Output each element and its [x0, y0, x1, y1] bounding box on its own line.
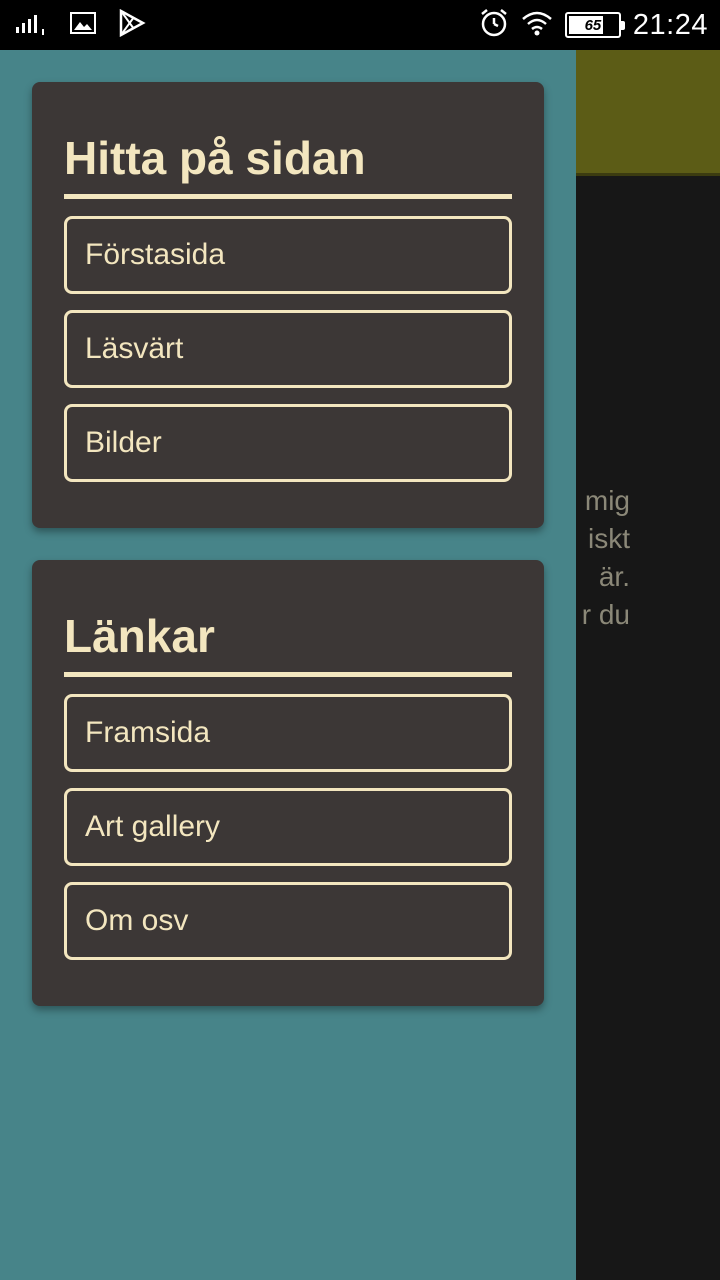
image-icon	[70, 11, 96, 40]
links-card: Länkar Framsida Art gallery Om osv	[32, 560, 544, 1006]
nav-button-lasvart[interactable]: Läsvärt	[64, 310, 512, 388]
clock: 21:24	[632, 8, 708, 41]
status-bar: 65 21:24	[0, 0, 720, 50]
battery-icon: 65	[564, 12, 625, 38]
alarm-icon	[479, 8, 509, 43]
signal-icon	[16, 11, 48, 40]
nav-button-forstasida[interactable]: Förstasida	[64, 216, 512, 294]
section-divider	[64, 672, 512, 677]
nav-button-art-gallery[interactable]: Art gallery	[64, 788, 512, 866]
section-title: Länkar	[64, 610, 215, 662]
nav-button-om-osv[interactable]: Om osv	[64, 882, 512, 960]
play-store-icon	[118, 8, 146, 42]
navigation-drawer: Hitta på sidan Förstasida Läsvärt Bilder…	[0, 50, 576, 1280]
status-bar-right: 65 21:24	[479, 8, 708, 42]
section-divider	[64, 194, 512, 199]
nav-button-bilder[interactable]: Bilder	[64, 404, 512, 482]
section-title: Hitta på sidan	[64, 132, 366, 184]
find-on-page-card: Hitta på sidan Förstasida Läsvärt Bilder	[32, 82, 544, 528]
nav-button-framsida[interactable]: Framsida	[64, 694, 512, 772]
battery-percent: 65	[584, 16, 602, 34]
wifi-icon	[521, 10, 553, 41]
status-bar-left	[16, 8, 146, 42]
